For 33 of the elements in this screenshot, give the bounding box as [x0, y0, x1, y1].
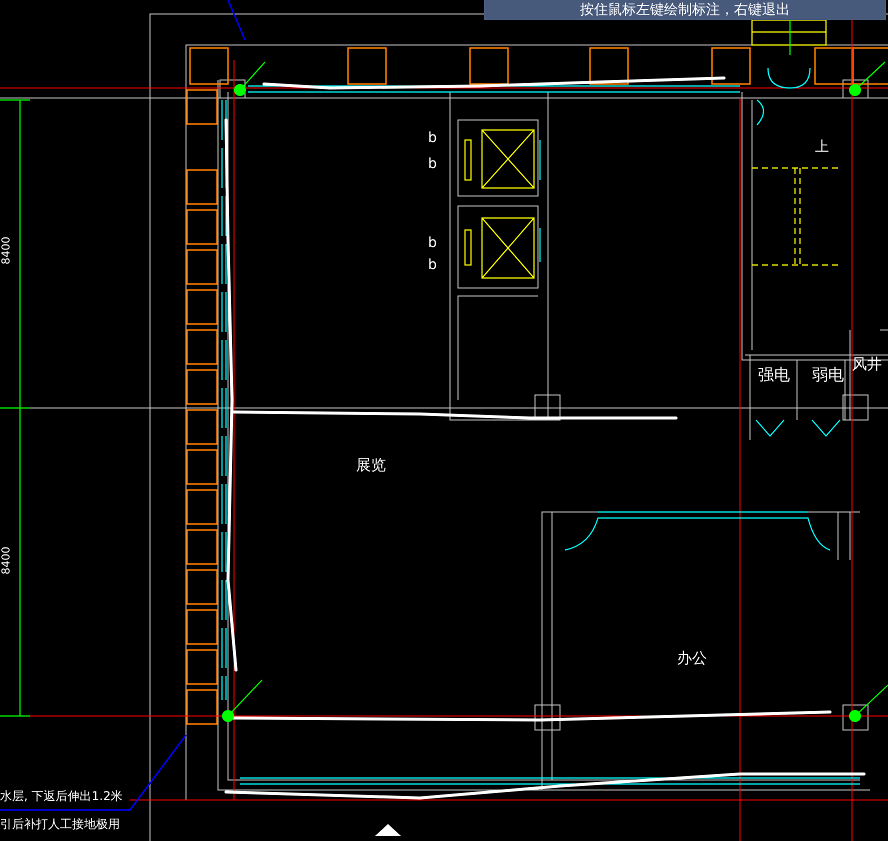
door-swing-drawing — [756, 67, 811, 126]
column-outline — [842, 704, 868, 730]
room-label: 上 — [815, 140, 829, 154]
elevator-car-drawing — [481, 129, 535, 189]
room-label: 弱电 — [812, 367, 844, 383]
note-text: 水层, 下返后伸出1.2米 — [0, 790, 123, 802]
elevator-mark: b — [428, 236, 437, 250]
room-label: 办公 — [677, 651, 707, 666]
entrance-arrow-icon — [375, 824, 401, 836]
grounding-point-dot — [234, 84, 246, 96]
column-outline — [534, 394, 560, 420]
grounding-point-dot — [849, 710, 861, 722]
leader-line — [227, 0, 246, 40]
grounding-point-dot — [222, 710, 234, 722]
elevator-mark: b — [428, 131, 437, 145]
room-label: 风井 — [852, 357, 882, 372]
grounding-point-dot — [849, 84, 861, 96]
elevator-mark: b — [428, 258, 437, 272]
elevator-car-drawing — [481, 217, 535, 279]
dimension-text: 8400 — [0, 546, 12, 574]
note-text: 引后补打人工接地极用 — [0, 818, 120, 830]
column-outline — [220, 80, 246, 98]
elevator-button-panel — [464, 229, 472, 266]
elevator-mark: b — [428, 157, 437, 171]
column-outline — [534, 704, 560, 730]
room-label: 展览 — [356, 458, 386, 473]
office-wall-line — [808, 512, 860, 560]
prompt-text: 按住鼠标左键绘制标注，右键退出 — [580, 3, 790, 17]
column-outline — [842, 80, 868, 98]
column-outline — [842, 394, 868, 420]
dimension-text: 8400 — [0, 236, 12, 264]
elevator-button-panel — [464, 139, 472, 181]
room-label: 强电 — [758, 367, 790, 383]
